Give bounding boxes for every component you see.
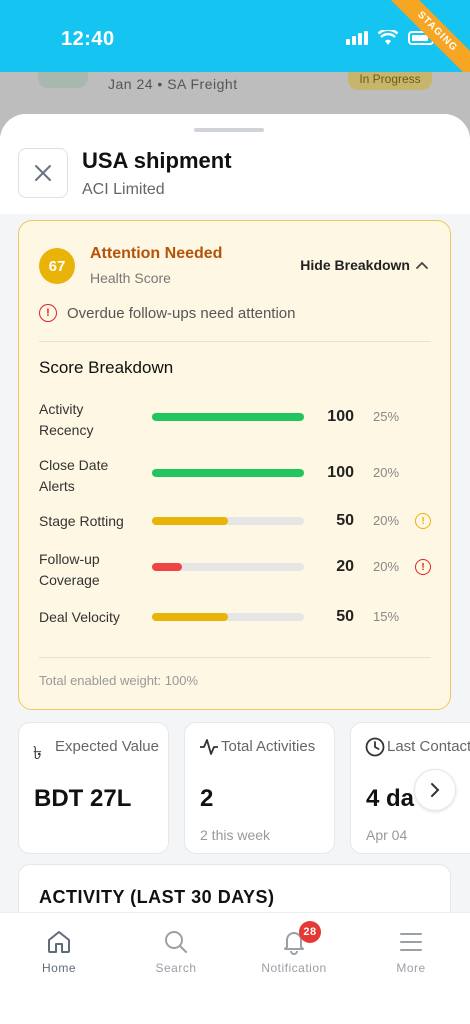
metric-score: 100: [327, 408, 354, 425]
nav-search-label: Search: [155, 961, 197, 975]
nav-more[interactable]: More: [352, 929, 470, 975]
metric-score: 50: [336, 512, 354, 529]
nav-search[interactable]: Search: [117, 929, 235, 975]
metric-progress-fill: [152, 469, 304, 477]
metric-label: Stage Rotting: [39, 513, 124, 529]
score-breakdown-row: Activity Recency 100 25%: [39, 399, 431, 443]
stat-label: Last Contact: [387, 738, 470, 755]
metric-weight: 20%: [373, 513, 400, 528]
score-breakdown-row: Deal Velocity 50 15%: [39, 607, 431, 651]
health-score-badge: 67: [39, 248, 75, 284]
score-breakdown-row: Follow-up Coverage 20 20%!: [39, 549, 431, 593]
health-score-card: 67 Attention Needed Health Score Hide Br…: [18, 220, 451, 710]
menu-icon: [400, 933, 422, 951]
stat-subtext: Apr 04: [366, 827, 408, 843]
divider: [39, 657, 431, 658]
metric-score: 50: [336, 608, 354, 625]
chevron-up-icon: [416, 261, 428, 269]
status-bar: 12:40 STAGING: [0, 0, 470, 86]
stat-value: 4 da: [366, 785, 415, 812]
metric-label: Close Date Alerts: [39, 457, 109, 494]
stat-value: 2: [200, 785, 214, 812]
warning-message: ! Overdue follow-ups need attention: [39, 304, 295, 322]
status-icons: [346, 30, 434, 46]
hide-breakdown-button[interactable]: Hide Breakdown: [300, 257, 428, 273]
activity-section-title: ACTIVITY (LAST 30 DAYS): [39, 887, 275, 907]
metric-progress-track: [152, 563, 304, 571]
health-score-label: Health Score: [90, 270, 171, 286]
metric-label: Activity Recency: [39, 401, 94, 438]
metric-progress-track: [152, 613, 304, 621]
stat-subtext: 2 this week: [200, 827, 271, 843]
clock-icon: [365, 737, 385, 757]
metric-label: Deal Velocity: [39, 609, 120, 625]
metric-progress-fill: [152, 413, 304, 421]
nav-home-label: Home: [41, 961, 76, 975]
bottom-navigation: Home Search 28 Notification More: [0, 912, 470, 1024]
metric-score: 100: [327, 464, 354, 481]
metric-progress-track: [152, 413, 304, 421]
metric-weight: 20%: [373, 465, 400, 480]
stat-card-total-activities[interactable]: Total Activities 2 2 this week: [184, 722, 335, 854]
chevron-right-icon: [431, 783, 440, 797]
company-name: ACI Limited: [82, 181, 165, 198]
score-breakdown-row: Close Date Alerts 100 20%: [39, 455, 431, 499]
sheet-drag-handle[interactable]: [194, 128, 264, 132]
nav-notification-label: Notification: [261, 961, 327, 975]
search-icon: [165, 931, 187, 953]
background-avatar: [38, 72, 88, 88]
metric-weight: 25%: [373, 409, 400, 424]
close-icon: [35, 165, 51, 181]
metric-weight: 15%: [373, 609, 400, 624]
deal-detail-sheet: USA shipment ACI Limited 67 Attention Ne…: [0, 114, 470, 1024]
alert-icon: !: [39, 304, 57, 322]
page-title: USA shipment: [82, 148, 232, 173]
wifi-icon: [378, 30, 398, 45]
scroll-right-button[interactable]: [414, 769, 456, 811]
stat-card-expected-value[interactable]: ৳ Expected Value BDT 27L: [18, 722, 169, 854]
total-weight: Total enabled weight: 100%: [39, 673, 199, 688]
stat-value: BDT 27L: [34, 785, 132, 812]
metric-progress-track: [152, 517, 304, 525]
metric-score: 20: [336, 558, 354, 575]
score-breakdown-title: Score Breakdown: [39, 358, 174, 377]
metric-progress-fill: [152, 517, 228, 525]
close-button[interactable]: [18, 148, 68, 198]
divider: [39, 341, 431, 342]
metric-progress-fill: [152, 613, 228, 621]
home-icon: [48, 931, 70, 953]
nav-more-label: More: [396, 961, 426, 975]
stat-label: Expected Value: [55, 738, 159, 755]
activity-icon: [200, 739, 218, 755]
stat-label: Total Activities: [221, 738, 316, 755]
metric-weight: 20%: [373, 559, 400, 574]
metric-progress-fill: [152, 563, 183, 571]
warning-icon: !: [415, 513, 431, 529]
warning-icon: !: [415, 559, 431, 575]
metric-progress-track: [152, 469, 304, 477]
warning-text: Overdue follow-ups need attention: [67, 304, 296, 322]
status-time: 12:40: [61, 28, 115, 50]
metric-label: Follow-up Coverage: [39, 551, 100, 588]
signal-icon: [346, 31, 368, 45]
taka-icon: ৳: [33, 743, 42, 763]
notification-count-badge: 28: [299, 921, 321, 943]
background-item-meta: Jan 24 • SA Freight: [108, 76, 238, 92]
hide-breakdown-label: Hide Breakdown: [300, 257, 410, 273]
health-status: Attention Needed: [90, 245, 223, 262]
nav-home[interactable]: Home: [0, 929, 118, 975]
sheet-header: USA shipment ACI Limited: [0, 114, 470, 214]
background-status-badge: In Progress: [348, 72, 432, 90]
nav-notification[interactable]: 28 Notification: [235, 921, 353, 975]
